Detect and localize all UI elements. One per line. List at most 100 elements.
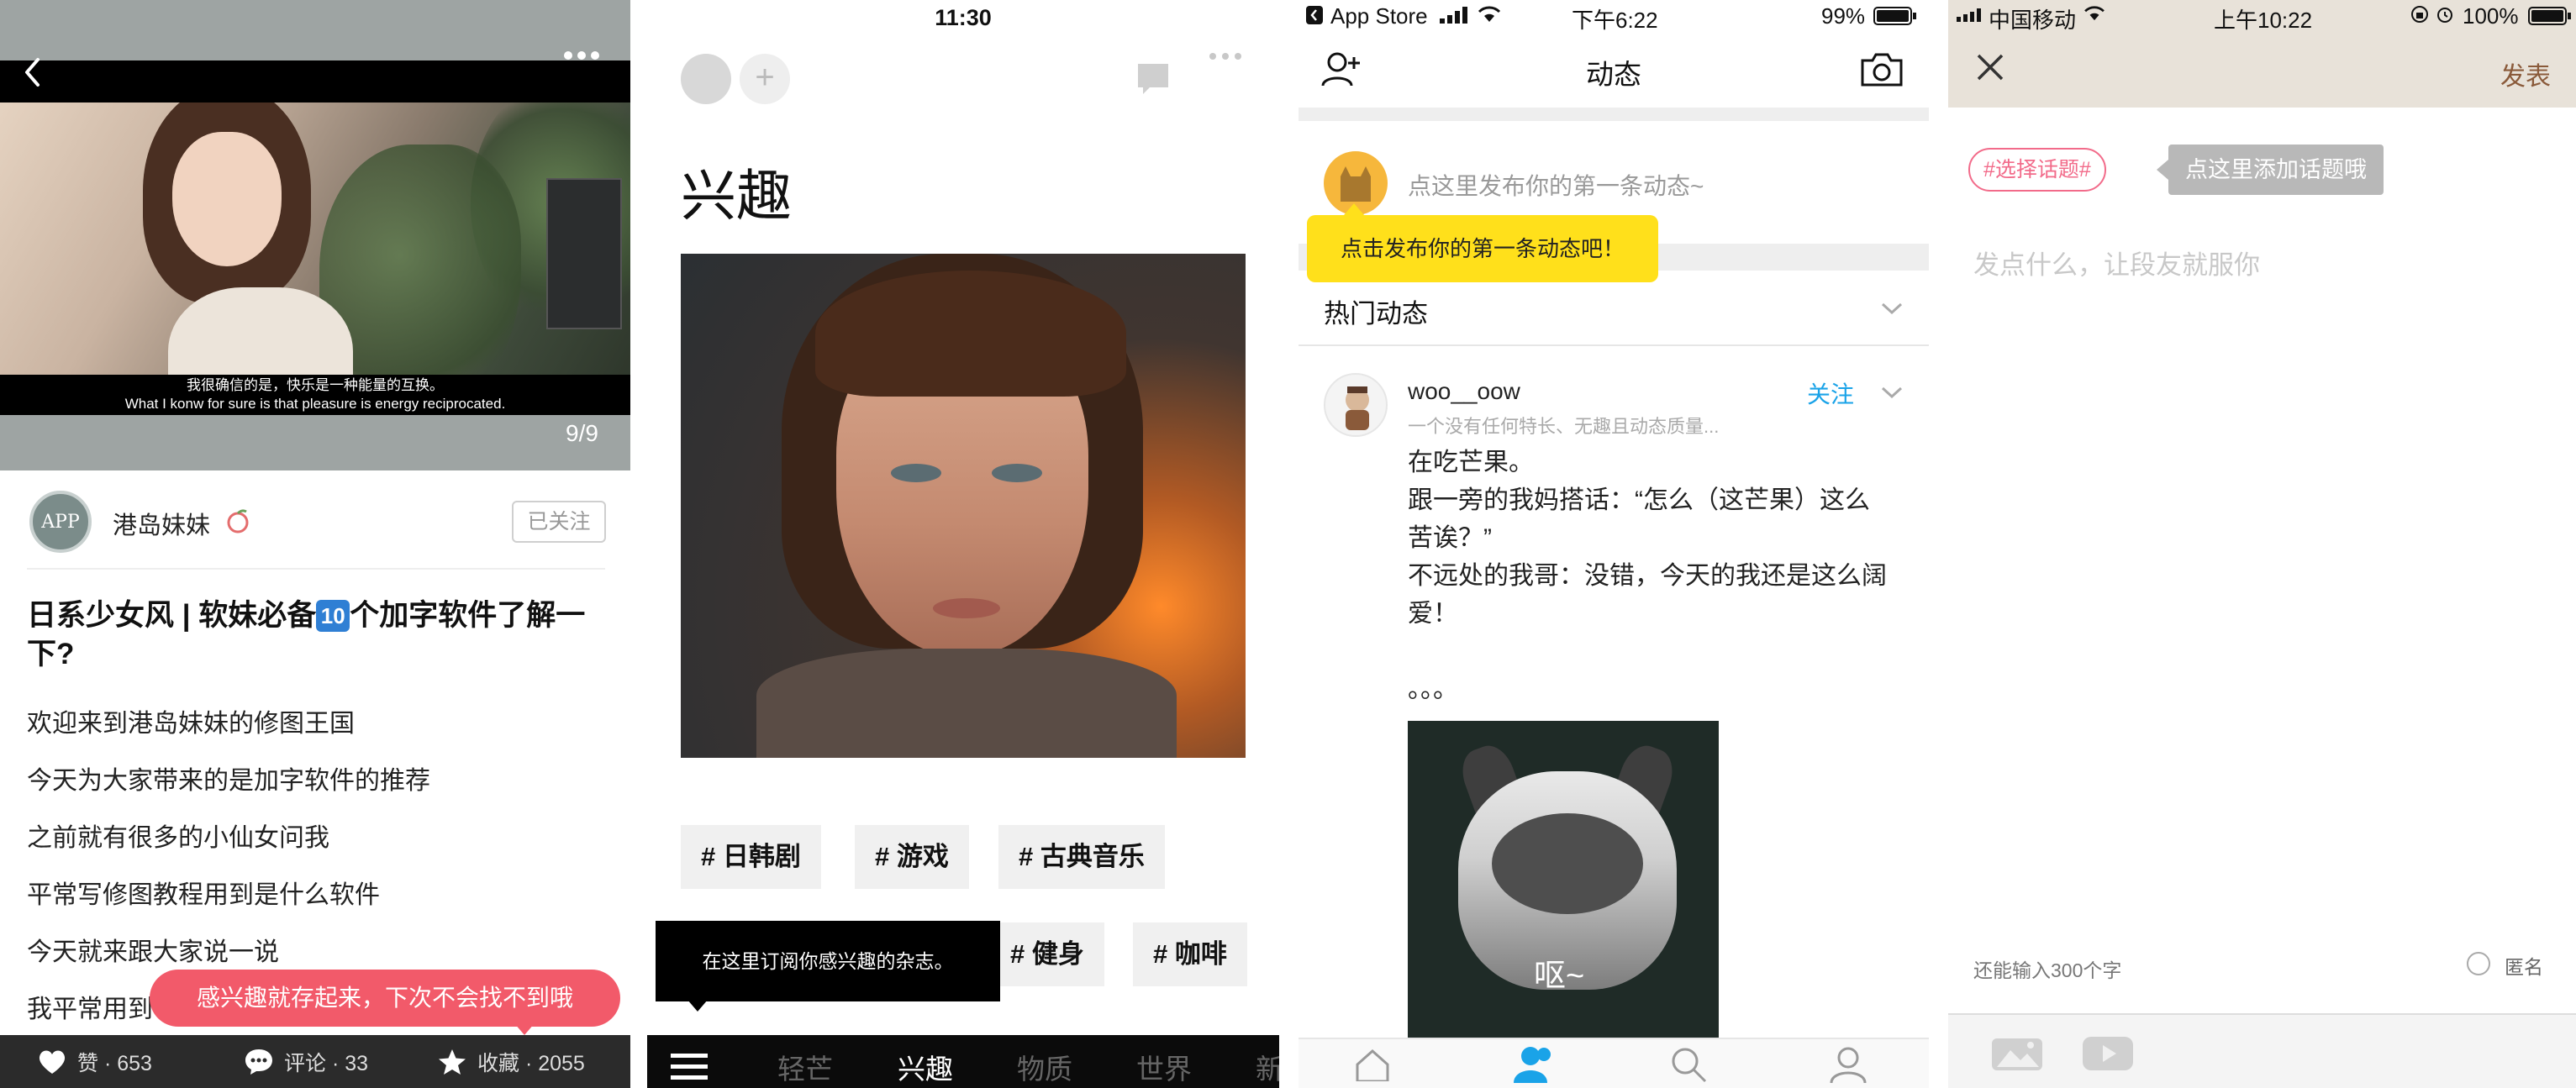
back-icon[interactable] — [24, 57, 40, 87]
bottom-tab-bar — [1299, 1038, 1929, 1088]
page-title: 动态 — [1586, 59, 1641, 90]
tag-coffee[interactable]: # 咖啡 — [1133, 922, 1247, 986]
user-avatar[interactable] — [1324, 373, 1388, 437]
chevron-down-icon[interactable] — [1880, 301, 1904, 316]
video-icon[interactable] — [2081, 1033, 2135, 1072]
body-line: 今天就来跟大家说一说 — [27, 938, 279, 966]
post-entry[interactable]: 点这里发布你的第一条动态~ — [1408, 168, 1704, 202]
compose-input[interactable]: 发点什么，让段友就服你 — [1973, 244, 2260, 281]
battery-icon — [1873, 7, 1917, 25]
like-button[interactable]: 赞 · 653 — [37, 1047, 152, 1077]
followed-button[interactable]: 已关注 — [512, 501, 606, 543]
post-image[interactable]: 呕~ — [1408, 721, 1719, 1040]
caption-chinese: 我很确信的是，快乐是一种能量的互换。 — [187, 377, 444, 393]
cover-image[interactable] — [681, 254, 1246, 758]
user-name[interactable]: woo__oow — [1408, 378, 1520, 405]
carrier-name: 中国移动 — [1989, 8, 2077, 33]
photo-caption: 我很确信的是，快乐是一种能量的互换。 What I konw for sure … — [0, 375, 630, 415]
tab-interest[interactable]: 兴趣 — [898, 1047, 953, 1087]
photo-pager: 9/9 — [566, 420, 598, 446]
like-count: 赞 · 653 — [77, 1052, 152, 1075]
tag-fitness[interactable]: # 健身 — [990, 922, 1104, 986]
home-icon[interactable] — [1354, 1048, 1391, 1081]
anonymous-label: 匿名 — [2505, 956, 2543, 978]
tab-new[interactable]: 新 — [1256, 1047, 1279, 1087]
cover-eye — [992, 464, 1042, 482]
status-source-app[interactable]: App Store — [1330, 3, 1428, 29]
cover-bangs — [815, 271, 1126, 397]
anonymous-radio[interactable] — [2467, 952, 2490, 975]
post-line: 不远处的我哥：没错，今天的我还是这么阔 — [1408, 562, 1887, 590]
friends-icon[interactable] — [1512, 1044, 1556, 1083]
add-icon[interactable]: + — [740, 54, 790, 104]
user-bio: 一个没有任何特长、无趣且动态质量... — [1408, 416, 1720, 437]
heart-icon — [37, 1049, 67, 1075]
post-line: 。。。 — [1408, 675, 1458, 703]
divider — [1299, 344, 1929, 346]
panel-article-detail: 我很确信的是，快乐是一种能量的互换。 What I konw for sure … — [0, 0, 630, 1088]
more-icon[interactable] — [563, 50, 600, 60]
favorite-button[interactable]: 收藏 · 2055 — [437, 1047, 585, 1077]
panel-feed: App Store 下午6:22 99% 动态 点这里发布你的第一条动态~ 点击… — [1299, 0, 1929, 1088]
char-count: 还能输入300个字 — [1973, 959, 2122, 981]
article-photo — [0, 60, 630, 413]
close-icon[interactable] — [1975, 52, 2005, 82]
photo-subject-face — [172, 132, 282, 266]
post-line: 爱！ — [1408, 600, 1458, 628]
wall-sign — [546, 178, 622, 329]
back-to-app-icon[interactable] — [1305, 5, 1324, 25]
status-bar: 中国移动 上午10:22 100% — [1948, 0, 2576, 35]
status-bar: App Store 下午6:22 99% — [1299, 0, 1929, 35]
author-name[interactable]: 港岛妹妹 — [113, 506, 210, 541]
tab-material[interactable]: 物质 — [1017, 1047, 1072, 1087]
body-line: 之前就有很多的小仙女问我 — [27, 824, 329, 852]
divider — [27, 568, 605, 570]
number-ten-emoji: 10 — [316, 600, 350, 632]
cover-shirt — [756, 649, 1177, 758]
profile-icon[interactable] — [1830, 1046, 1867, 1083]
select-topic-button[interactable]: #选择话题# — [1968, 148, 2106, 192]
follow-button[interactable]: 关注 — [1807, 376, 1854, 410]
camera-icon[interactable] — [1860, 52, 1904, 87]
chevron-down-icon[interactable] — [1880, 385, 1904, 400]
menu-icon[interactable] — [671, 1052, 708, 1080]
publish-button[interactable]: 发表 — [2500, 55, 2551, 92]
star-icon — [437, 1048, 467, 1076]
comment-count: 评论 · 33 — [284, 1052, 369, 1075]
favorite-count: 收藏 · 2055 — [477, 1052, 585, 1075]
message-icon[interactable] — [1135, 60, 1172, 97]
battery-level: 100% — [2463, 3, 2519, 29]
save-hint-toast: 感兴趣就存起来，下次不会找不到哦 — [150, 970, 620, 1027]
photo-icon[interactable] — [1990, 1033, 2044, 1072]
wifi-icon — [1477, 5, 1502, 24]
hot-section-title: 热门动态 — [1324, 299, 1428, 329]
compose-toolbar — [1948, 1013, 2576, 1088]
tip-pointer — [2157, 160, 2168, 180]
post-line: 跟一旁的我妈搭话：“怎么（这芒果）这么 — [1408, 486, 1870, 514]
article-title: 日系少女风 | 软妹必备 10 个加字软件了解一下? — [27, 597, 607, 674]
tag-classical-music[interactable]: # 古典音乐 — [998, 825, 1165, 889]
article-action-bar: 赞 · 653 评论 · 33 收藏 · 2055 — [0, 1035, 630, 1088]
photo-area[interactable]: 我很确信的是，快乐是一种能量的互换。 What I konw for sure … — [0, 0, 630, 470]
tag-game[interactable]: # 游戏 — [855, 825, 969, 889]
tag-drama[interactable]: # 日韩剧 — [681, 825, 821, 889]
toast-pointer — [514, 1023, 535, 1035]
tab-world[interactable]: 世界 — [1136, 1047, 1192, 1087]
cover-lips — [933, 598, 1000, 618]
tab-qingmang[interactable]: 轻芒 — [777, 1047, 833, 1087]
status-time: 上午10:22 — [2214, 8, 2313, 33]
search-icon[interactable] — [1670, 1046, 1707, 1083]
first-post-tip: 点击发布你的第一条动态吧！ — [1307, 215, 1658, 282]
comment-button[interactable]: 评论 · 33 — [244, 1047, 368, 1077]
subscribe-tooltip: 在这里订阅你感兴趣的杂志。 — [656, 921, 1000, 1001]
more-icon[interactable] — [1209, 52, 1242, 60]
gif-caption: 呕~ — [1534, 959, 1585, 994]
post-line: 在吃芒果。 — [1408, 449, 1534, 476]
panel-interests: 11:30 + 兴趣 # 日韩剧 # 游戏 # 古典音乐 # 健身 # 咖啡 在… — [647, 0, 1279, 1088]
body-line: 欢迎来到港岛妹妹的修图王国 — [27, 710, 355, 738]
bottom-tab-bar: 轻芒 兴趣 物质 世界 新 — [647, 1035, 1279, 1088]
author-avatar[interactable]: APP — [29, 491, 92, 553]
section-divider — [1299, 108, 1929, 121]
title-text: 日系少女风 | 软妹必备 — [27, 599, 317, 632]
avatar[interactable] — [681, 54, 731, 104]
